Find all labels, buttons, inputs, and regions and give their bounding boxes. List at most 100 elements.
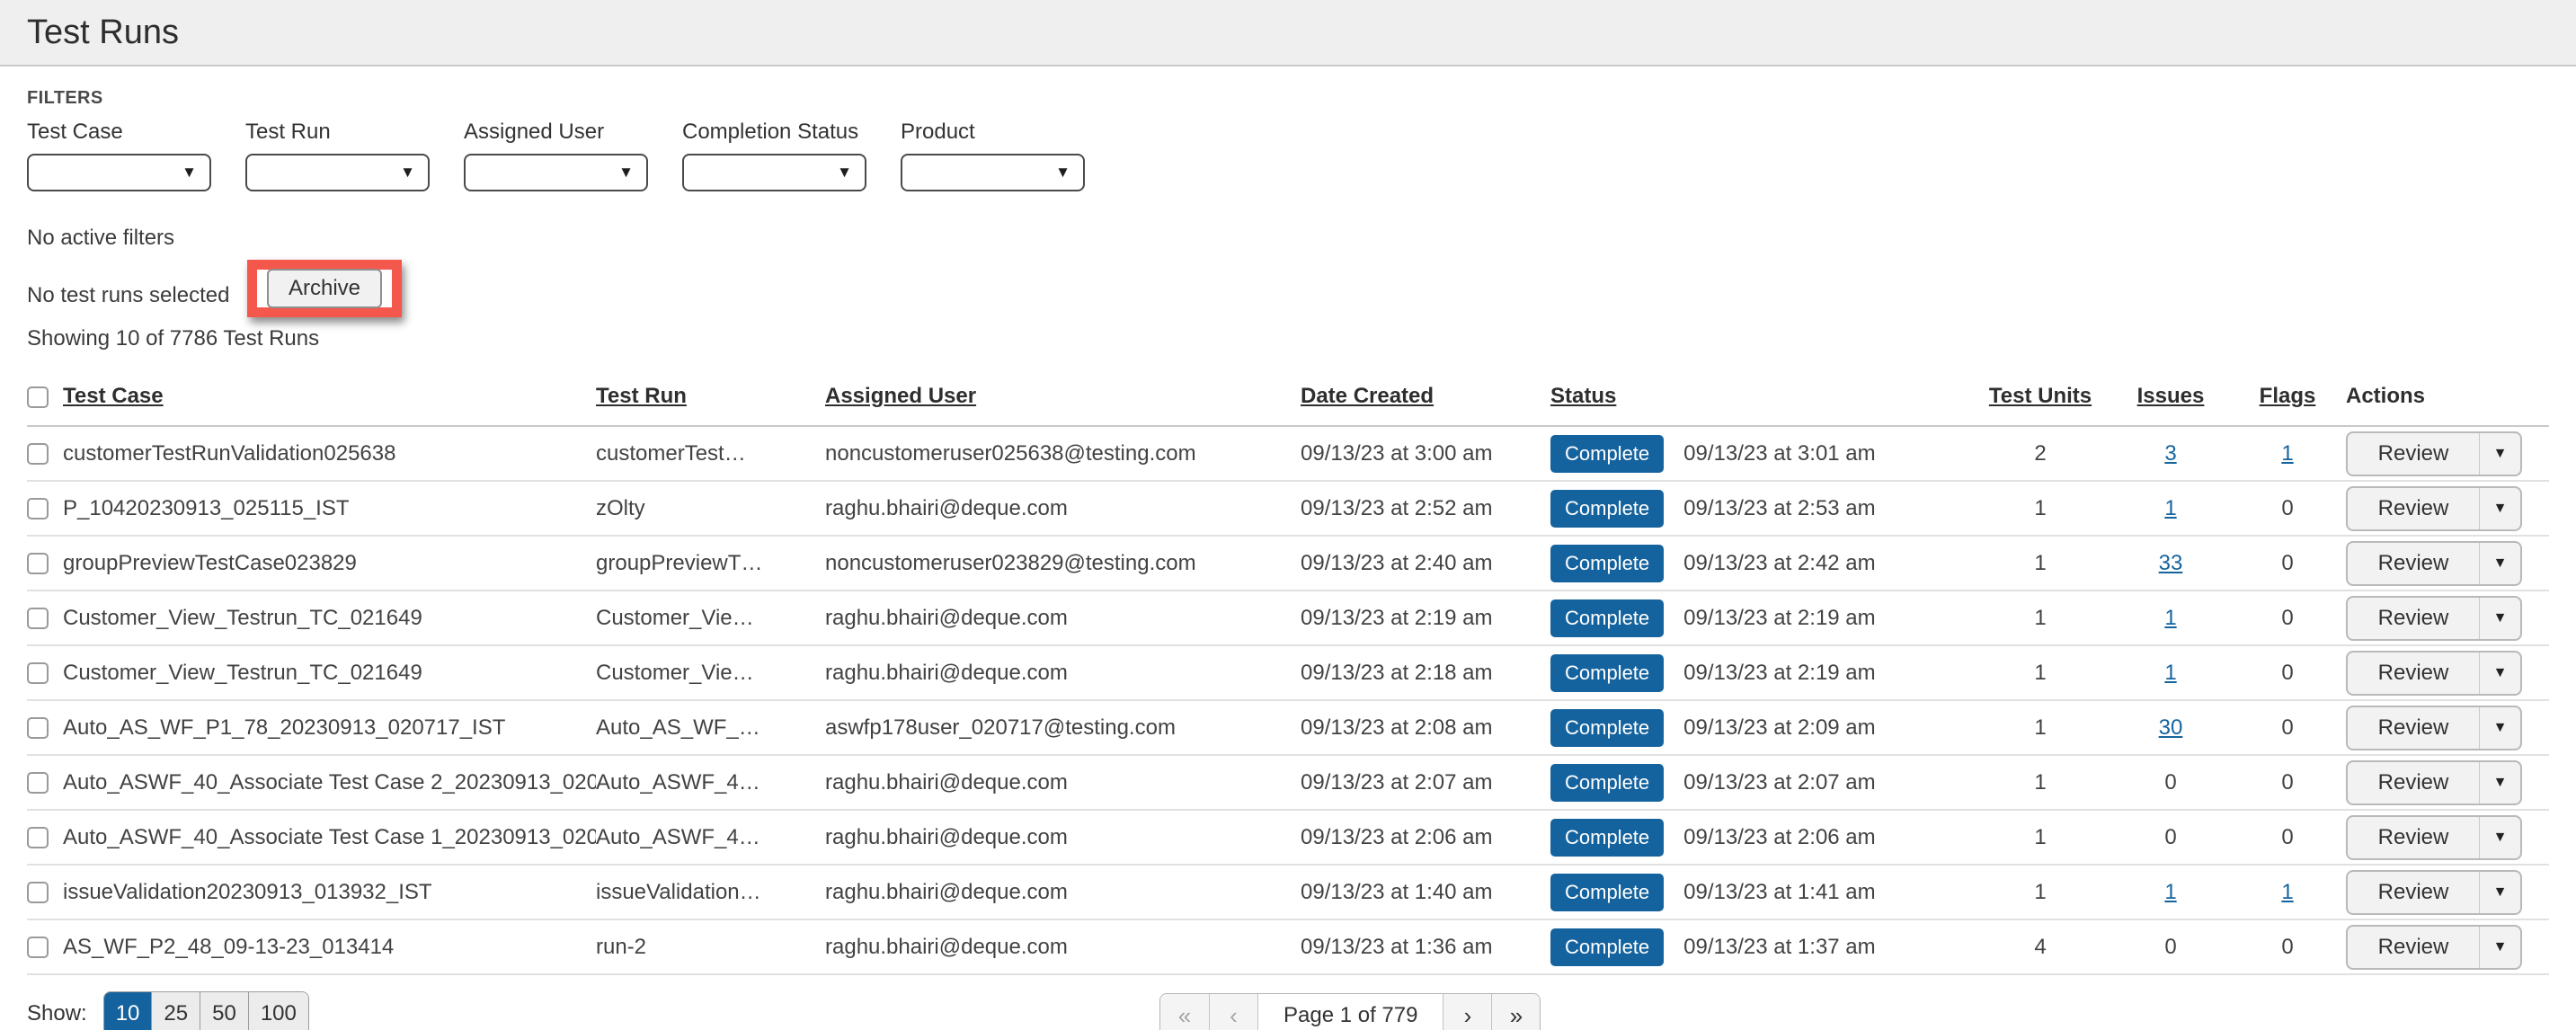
flags-count[interactable]: 0 xyxy=(2281,661,2293,685)
column-header-date-created[interactable]: Date Created xyxy=(1301,384,1434,408)
row-checkbox[interactable] xyxy=(27,717,49,739)
review-split-button[interactable]: Review ▼ xyxy=(2346,596,2522,641)
issues-count[interactable]: 1 xyxy=(2164,496,2176,520)
chevron-down-icon[interactable]: ▼ xyxy=(2479,598,2520,639)
test-case-cell: P_10420230913_025115_IST xyxy=(63,481,596,536)
row-checkbox[interactable] xyxy=(27,443,49,465)
column-header-assigned-user[interactable]: Assigned User xyxy=(825,384,976,408)
review-split-button[interactable]: Review ▼ xyxy=(2346,870,2522,915)
chevron-down-icon[interactable]: ▼ xyxy=(2479,488,2520,529)
row-checkbox[interactable] xyxy=(27,662,49,684)
column-header-test-case[interactable]: Test Case xyxy=(63,384,164,408)
chevron-down-icon[interactable]: ▼ xyxy=(2479,653,2520,694)
flags-count[interactable]: 0 xyxy=(2281,551,2293,575)
issues-count[interactable]: 33 xyxy=(2159,551,2183,575)
column-header-flags[interactable]: Flags xyxy=(2260,384,2316,408)
column-header-actions: Actions xyxy=(2346,384,2425,408)
chevron-down-icon[interactable]: ▼ xyxy=(2479,707,2520,749)
issues-count[interactable]: 0 xyxy=(2164,770,2176,795)
test-units-cell: 1 xyxy=(1968,590,2112,645)
row-checkbox[interactable] xyxy=(27,827,49,848)
flags-count[interactable]: 1 xyxy=(2281,441,2293,466)
assigned-user-cell: raghu.bhairi@deque.com xyxy=(825,865,1301,919)
chevron-down-icon[interactable]: ▼ xyxy=(2479,433,2520,475)
review-split-button[interactable]: Review ▼ xyxy=(2346,651,2522,696)
review-button-label[interactable]: Review xyxy=(2348,598,2479,639)
issues-count[interactable]: 1 xyxy=(2164,661,2176,685)
row-checkbox[interactable] xyxy=(27,937,49,958)
review-button-label[interactable]: Review xyxy=(2348,762,2479,804)
row-checkbox[interactable] xyxy=(27,882,49,903)
page-size-10-button[interactable]: 10 xyxy=(104,992,152,1030)
chevron-down-icon[interactable]: ▼ xyxy=(2479,543,2520,584)
flags-count[interactable]: 0 xyxy=(2281,606,2293,630)
status-badge: Complete xyxy=(1550,819,1664,857)
review-button-label[interactable]: Review xyxy=(2348,817,2479,858)
filter-select[interactable]: ▼ xyxy=(27,154,211,191)
review-split-button[interactable]: Review ▼ xyxy=(2346,706,2522,750)
review-button-label[interactable]: Review xyxy=(2348,543,2479,584)
flags-count[interactable]: 0 xyxy=(2281,935,2293,959)
review-button-label[interactable]: Review xyxy=(2348,872,2479,913)
review-split-button[interactable]: Review ▼ xyxy=(2346,760,2522,805)
date-created-cell: 09/13/23 at 2:07 am xyxy=(1301,755,1550,810)
test-case-cell: Auto_ASWF_40_Associate Test Case 2_20230… xyxy=(63,755,596,810)
last-page-button[interactable]: » xyxy=(1491,994,1540,1030)
issues-count[interactable]: 3 xyxy=(2164,441,2176,466)
column-header-status[interactable]: Status xyxy=(1550,384,1616,408)
issues-count[interactable]: 0 xyxy=(2164,935,2176,959)
column-header-issues[interactable]: Issues xyxy=(2137,384,2205,408)
review-button-label[interactable]: Review xyxy=(2348,653,2479,694)
assigned-user-cell: raghu.bhairi@deque.com xyxy=(825,481,1301,536)
chevron-down-icon[interactable]: ▼ xyxy=(2479,927,2520,968)
review-button-label[interactable]: Review xyxy=(2348,488,2479,529)
flags-count[interactable]: 0 xyxy=(2281,715,2293,740)
issues-count[interactable]: 0 xyxy=(2164,825,2176,849)
filter-select[interactable]: ▼ xyxy=(682,154,866,191)
next-page-button[interactable]: › xyxy=(1443,994,1491,1030)
status-date: 09/13/23 at 2:07 am xyxy=(1683,770,1876,795)
flags-count[interactable]: 0 xyxy=(2281,496,2293,520)
review-split-button[interactable]: Review ▼ xyxy=(2346,815,2522,860)
status-cell: Complete 09/13/23 at 2:19 am xyxy=(1550,654,1968,692)
review-button-label[interactable]: Review xyxy=(2348,927,2479,968)
review-split-button[interactable]: Review ▼ xyxy=(2346,541,2522,586)
issues-count[interactable]: 1 xyxy=(2164,880,2176,904)
chevron-down-icon[interactable]: ▼ xyxy=(2479,872,2520,913)
page-size-group: 10 25 50 100 xyxy=(103,991,309,1030)
flags-count[interactable]: 1 xyxy=(2281,880,2293,904)
flags-count[interactable]: 0 xyxy=(2281,825,2293,849)
chevron-down-icon[interactable]: ▼ xyxy=(2479,762,2520,804)
row-checkbox[interactable] xyxy=(27,772,49,794)
table-row: Auto_ASWF_40_Associate Test Case 2_20230… xyxy=(27,755,2549,810)
first-page-button[interactable]: « xyxy=(1160,994,1209,1030)
selection-row: No test runs selected Archive xyxy=(27,265,2549,324)
filter-select[interactable]: ▼ xyxy=(245,154,430,191)
review-split-button[interactable]: Review ▼ xyxy=(2346,925,2522,970)
issues-count[interactable]: 1 xyxy=(2164,606,2176,630)
archive-button[interactable]: Archive xyxy=(267,269,382,308)
page-size-25-button[interactable]: 25 xyxy=(151,992,200,1030)
page-size-50-button[interactable]: 50 xyxy=(200,992,248,1030)
test-run-cell: customerTest… xyxy=(596,426,825,481)
review-button-label[interactable]: Review xyxy=(2348,433,2479,475)
review-split-button[interactable]: Review ▼ xyxy=(2346,486,2522,531)
row-checkbox[interactable] xyxy=(27,498,49,519)
filter-select[interactable]: ▼ xyxy=(464,154,648,191)
flags-count[interactable]: 0 xyxy=(2281,770,2293,795)
column-header-test-run[interactable]: Test Run xyxy=(596,384,687,408)
show-label: Show: xyxy=(27,1001,87,1026)
review-split-button[interactable]: Review ▼ xyxy=(2346,431,2522,476)
row-checkbox[interactable] xyxy=(27,608,49,629)
column-header-test-units[interactable]: Test Units xyxy=(1989,384,2092,408)
previous-page-button[interactable]: ‹ xyxy=(1209,994,1257,1030)
review-button-label[interactable]: Review xyxy=(2348,707,2479,749)
chevron-down-icon[interactable]: ▼ xyxy=(2479,817,2520,858)
filter-select[interactable]: ▼ xyxy=(901,154,1085,191)
select-all-checkbox[interactable] xyxy=(27,386,49,408)
page-size-100-button[interactable]: 100 xyxy=(248,992,308,1030)
row-checkbox[interactable] xyxy=(27,553,49,574)
status-badge: Complete xyxy=(1550,654,1664,692)
issues-count[interactable]: 30 xyxy=(2159,715,2183,740)
status-cell: Complete 09/13/23 at 2:06 am xyxy=(1550,819,1968,857)
